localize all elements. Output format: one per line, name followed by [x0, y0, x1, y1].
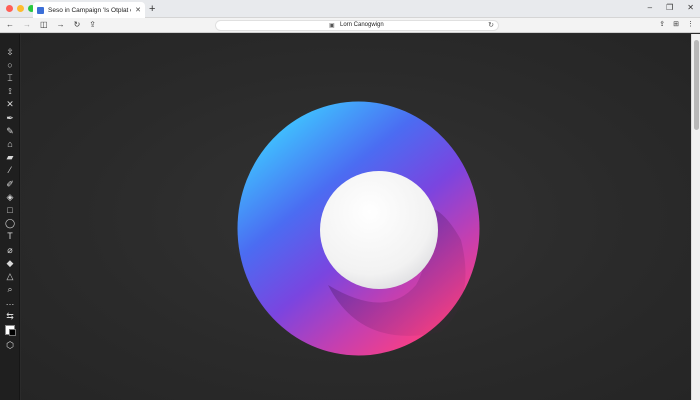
tab-title: Seso in Campaign 'Is Otplat enclt	[48, 6, 131, 14]
close-tab-icon[interactable]: ✕	[135, 7, 141, 14]
window-controls: – ❐ ✕	[648, 1, 694, 15]
quick-mask-icon[interactable]: ⬡	[4, 339, 16, 351]
eraser-tool-icon[interactable]: ▰	[4, 152, 16, 164]
site-favicon-icon	[37, 6, 44, 14]
vertical-scrollbar[interactable]	[691, 34, 700, 400]
back-icon[interactable]: ←	[6, 19, 14, 31]
crop-tool-icon[interactable]: ⌶	[4, 72, 16, 84]
triangle-tool-icon[interactable]: △	[4, 270, 16, 282]
paint-bucket-tool-icon[interactable]: ◆	[4, 257, 16, 269]
share-page-icon[interactable]: ⇪	[659, 19, 665, 31]
sidebar-toggle-icon[interactable]: ◫	[40, 19, 48, 31]
ellipse-select-tool-icon[interactable]: ○	[4, 59, 16, 71]
background-color-swatch[interactable]	[9, 329, 16, 337]
browser-toolbar: ← → ◫ → ↻ ⇪ ▣ Lorn Canogwign ↻ ⇪ ⊞ ⋮	[0, 18, 700, 33]
navigation-buttons: ← → ◫ → ↻ ⇪	[6, 19, 96, 31]
toolbar-right-actions: ⇪ ⊞ ⋮	[659, 19, 694, 31]
scrollbar-thumb[interactable]	[694, 40, 699, 130]
lasso-tool-icon[interactable]: ⟟	[4, 86, 16, 98]
new-tab-button[interactable]: +	[149, 2, 155, 16]
inner-white-circle	[320, 171, 438, 289]
extensions-icon[interactable]: ⊞	[673, 19, 679, 31]
rectangle-tool-icon[interactable]: □	[4, 204, 16, 216]
address-bar[interactable]: ▣ Lorn Canogwign ↻	[215, 20, 499, 31]
move-tool-icon[interactable]: ⇳	[4, 46, 16, 58]
lock-icon: ▣	[329, 23, 335, 29]
canvas-area[interactable]	[21, 34, 691, 400]
share-icon[interactable]: ⇪	[89, 19, 96, 31]
patch-tool-icon[interactable]: ◈	[4, 191, 16, 203]
text-tool-icon[interactable]: T	[4, 231, 16, 243]
tools-panel: ⇳ ○ ⌶ ⟟ ✕ ✒ ✎ ⌂ ▰ ⁄ ✐ ◈ □ ◯ T ⌀ ◆ △ ⌕… ⇆ ⬡	[0, 34, 20, 400]
shape-tool-icon[interactable]: ◯	[4, 218, 16, 230]
active-tab[interactable]: Seso in Campaign 'Is Otplat enclt ✕	[33, 2, 145, 18]
minimize-window-button[interactable]	[17, 5, 24, 12]
menu-icon[interactable]: ⋮	[687, 19, 694, 31]
path-tool-icon[interactable]: ⌀	[4, 244, 16, 256]
close-icon[interactable]: ✕	[687, 1, 694, 15]
gradient-circle-artwork	[237, 101, 480, 356]
more-tools-icon[interactable]: …	[4, 297, 16, 309]
swap-colors-icon[interactable]: ⇆	[4, 310, 16, 322]
close-window-button[interactable]	[6, 5, 13, 12]
minimize-icon[interactable]: –	[648, 1, 652, 15]
tab-bar: Seso in Campaign 'Is Otplat enclt ✕ + – …	[0, 0, 700, 18]
stamp-tool-icon[interactable]: ⌂	[4, 138, 16, 150]
eyedropper-tool-icon[interactable]: ⁄	[4, 165, 16, 177]
pen-tool-icon[interactable]: ✒	[4, 112, 16, 124]
reload-page-icon[interactable]: ↻	[488, 21, 494, 29]
transform-tool-icon[interactable]: ✕	[4, 99, 16, 111]
url-text: Lorn Canogwign	[340, 22, 384, 28]
fill-tool-icon[interactable]: ✎	[4, 125, 16, 137]
forward-icon[interactable]: →	[23, 19, 31, 31]
restore-icon[interactable]: ❐	[666, 1, 673, 15]
arrow-right-icon[interactable]: →	[57, 19, 65, 31]
window-traffic-lights	[6, 5, 35, 12]
reload-icon[interactable]: ↻	[74, 19, 81, 31]
zoom-tool-icon[interactable]: ⌕	[4, 284, 16, 296]
brush-tool-icon[interactable]: ✐	[4, 178, 16, 190]
